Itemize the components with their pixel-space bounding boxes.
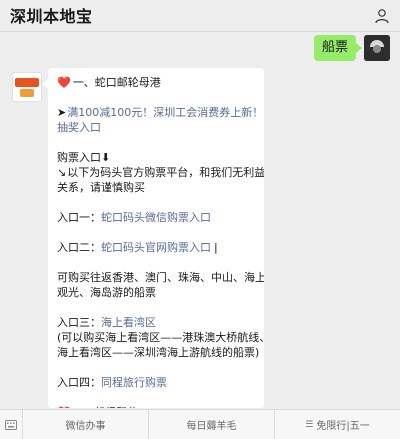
message-line[interactable]: 抽奖入口 bbox=[57, 120, 256, 135]
heart-icon: ❤️ bbox=[57, 76, 71, 89]
arrow-icon: ➤ bbox=[57, 106, 67, 119]
message-line: ❤️二、机场码头 bbox=[57, 405, 256, 408]
chat-header: 深圳本地宝 bbox=[0, 0, 400, 32]
menu-item-daily-deals[interactable]: 每日薅羊毛 bbox=[148, 410, 274, 439]
message-line: 观光、海岛游的船票 bbox=[57, 285, 256, 300]
logo-top-bar bbox=[15, 78, 39, 87]
message-text: 二、机场码头 bbox=[73, 406, 139, 408]
purchase-link[interactable]: 满100减100元！深圳工会消费券上新！附 bbox=[67, 106, 264, 119]
message-line: 入口四：同程旅行购票 bbox=[57, 375, 256, 390]
person-icon[interactable] bbox=[374, 8, 390, 24]
purchase-link[interactable]: 蛇口码头官网购票入口 bbox=[101, 241, 211, 254]
chat-title: 深圳本地宝 bbox=[10, 7, 93, 26]
message-line: 入口二：蛇口码头官网购票入口 | bbox=[57, 240, 256, 255]
message-line: ↘以下为码头官方购票平台，和我们无利益 bbox=[57, 165, 264, 180]
message-text: 一、蛇口邮轮母港 bbox=[72, 76, 161, 89]
message-line: 可购买往返香港、澳门、珠海、中山、海上 bbox=[57, 270, 264, 285]
message-line: 海上看湾区——深圳湾海上游航线的船票) bbox=[57, 345, 260, 360]
message-line: 关系，请谨慎购买 bbox=[57, 180, 256, 195]
arrow-icon: ↘ bbox=[57, 166, 67, 179]
message-line[interactable]: ➤满100减100元！深圳工会消费券上新！附 bbox=[57, 105, 264, 120]
menu-item-traffic-may-day[interactable]: ☰ 免限行|五一 bbox=[274, 410, 400, 439]
user-avatar[interactable] bbox=[364, 35, 390, 61]
entry-label: 入口三： bbox=[57, 316, 101, 329]
hamburger-icon: ☰ bbox=[305, 419, 314, 430]
message-text: 可购买往返香港、澳门、珠海、中山、海上 bbox=[57, 271, 264, 284]
logo-bottom-bar bbox=[20, 89, 34, 97]
message-line: 购票入口⬇ bbox=[57, 150, 256, 165]
heart-icon: ❤️ bbox=[57, 406, 71, 408]
purchase-link[interactable]: 同程旅行购票 bbox=[101, 376, 167, 389]
purchase-link[interactable]: 抽奖入口 bbox=[57, 121, 101, 134]
message-text: 关系，请谨慎购买 bbox=[57, 181, 145, 194]
purchase-link[interactable]: 蛇口码头微信购票入口 bbox=[101, 211, 211, 224]
outgoing-message: 船票 bbox=[313, 35, 390, 61]
keyboard-icon[interactable] bbox=[0, 410, 22, 439]
message-line: ❤️ 一、蛇口邮轮母港 bbox=[57, 75, 256, 90]
message-line: 入口三：海上看湾区 bbox=[57, 315, 256, 330]
message-text: 观光、海岛游的船票 bbox=[57, 286, 156, 299]
message-line: (可以购买海上看湾区——港珠澳大桥航线、 bbox=[57, 330, 264, 345]
cursor-mark: | bbox=[214, 241, 218, 254]
message-text: (可以购买海上看湾区——港珠澳大桥航线、 bbox=[57, 331, 264, 344]
menu-item-label: 每日薅羊毛 bbox=[186, 421, 237, 432]
menu-item-wechat-services[interactable]: 微信办事 bbox=[22, 410, 148, 439]
official-account-avatar[interactable] bbox=[12, 72, 42, 102]
purchase-link[interactable]: 海上看湾区 bbox=[101, 316, 156, 329]
menu-item-label: 免限行|五一 bbox=[316, 421, 370, 432]
message-text: 海上看湾区——深圳湾海上游航线的船票) bbox=[57, 346, 260, 359]
outgoing-bubble[interactable]: 船票 bbox=[313, 35, 363, 61]
message-text: 以下为码头官方购票平台，和我们无利益 bbox=[67, 166, 264, 179]
entry-label: 入口二： bbox=[57, 241, 101, 254]
message-line: 入口一：蛇口码头微信购票入口 bbox=[57, 210, 256, 225]
entry-label: 入口四： bbox=[57, 376, 101, 389]
message-text: 购票入口⬇ bbox=[57, 151, 111, 164]
entry-label: 入口一： bbox=[57, 211, 101, 224]
bottom-menu: 微信办事 每日薅羊毛 ☰ 免限行|五一 bbox=[0, 409, 400, 439]
menu-item-label: 微信办事 bbox=[65, 421, 106, 432]
incoming-bubble: ❤️ 一、蛇口邮轮母港 ➤满100减100元！深圳工会消费券上新！附 抽奖入口 购票入口… bbox=[48, 68, 264, 408]
